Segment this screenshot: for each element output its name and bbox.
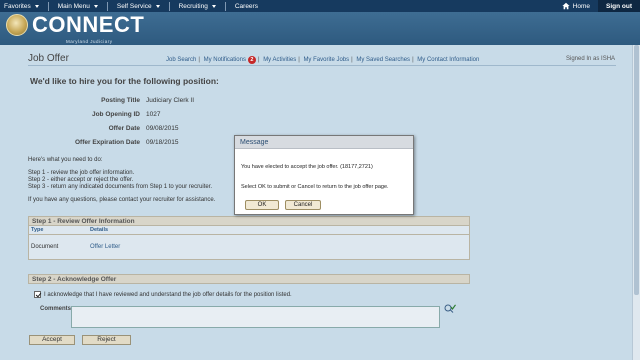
job-opening-id-label: Job Opening ID [91,111,140,118]
recruiting-label: Recruiting [178,2,208,10]
link-separator: | [257,57,260,63]
recruiting-menu[interactable]: Recruiting [175,3,220,10]
job-opening-id-value: 1027 [146,111,161,118]
chevron-down-icon [93,4,98,8]
top-nav-right: Home Sign out [554,0,640,12]
grid-header-row: Type Details [29,226,469,235]
self-service-label: Self Service [116,2,152,10]
favorites-menu[interactable]: Favorites [0,3,43,10]
nav-divider [47,1,49,11]
careers-label: Careers [234,2,258,10]
my-saved-searches-link[interactable]: My Saved Searches [356,57,410,63]
careers-link[interactable]: Careers [231,3,262,10]
reject-button[interactable]: Reject [82,335,131,345]
logo-text: CONNECT [32,12,145,37]
ok-button[interactable]: OK [245,200,279,210]
sign-out-button[interactable]: Sign out [598,0,640,12]
signed-in-text: Signed In as ISHA [566,56,616,62]
comments-label: Comments [40,306,72,312]
acknowledge-checkbox[interactable] [34,291,41,298]
link-separator: | [298,57,300,63]
accept-button[interactable]: Accept [29,335,75,345]
offer-heading: We'd like to hire you for the following … [30,76,219,86]
offer-letter-link[interactable]: Offer Letter [90,244,120,250]
home-link[interactable]: Home [554,2,598,10]
main-menu[interactable]: Main Menu [54,3,102,10]
favorites-label: Favorites [4,2,31,10]
instruction-contact: If you have any questions, please contac… [28,197,216,203]
nav-divider [106,1,108,11]
message-dialog: Message You have elected to accept the j… [234,135,414,215]
link-separator: | [351,57,353,63]
column-header-type: Type [31,227,44,233]
logo-subtitle: Maryland Judiciary [66,39,113,44]
offer-date-label: Offer Date [108,125,140,132]
header-links: Job Search | My Notifications 2 | My Activi… [166,56,479,64]
offer-date-value: 09/08/2015 [146,125,179,132]
link-separator: | [198,57,200,63]
notifications-badge: 2 [247,56,256,64]
nav-divider [224,1,226,11]
offer-expiration-value: 09/18/2015 [146,139,179,146]
header-divider [28,65,616,66]
vertical-scrollbar[interactable] [632,45,640,360]
acknowledge-text: I acknowledge that I have reviewed and u… [44,291,292,298]
spellcheck-icon[interactable] [444,304,456,314]
dialog-message-line-1: You have elected to accept the job offer… [241,164,373,170]
comments-textarea[interactable] [71,306,440,328]
my-contact-information-link[interactable]: My Contact Information [417,57,479,63]
dialog-title: Message [235,136,413,149]
dialog-message-line-2: Select OK to submit or Cancel to return … [241,184,389,190]
step1-header: Step 1 - Review Offer Information [28,216,470,226]
table-row: Document Offer Letter [29,235,469,259]
instructions-intro: Here's what you need to do: [28,157,103,163]
chevron-down-icon [34,4,39,8]
chevron-down-icon [155,4,160,8]
connect-logo: CONNECT Maryland Judiciary [6,12,145,44]
document-type-cell: Document [31,244,59,250]
offer-expiration-label: Offer Expiration Date [74,139,140,146]
posting-title-value: Judiciary Clerk II [146,97,195,104]
instruction-step-3: Step 3 - return any indicated documents … [28,184,213,190]
home-label: Home [572,2,590,10]
step2-section: Step 2 - Acknowledge Offer [28,274,470,284]
page-title: Job Offer [28,53,69,64]
my-notifications-link[interactable]: My Notifications [204,57,246,63]
acknowledge-row: I acknowledge that I have reviewed and u… [34,291,292,298]
posting-title-label: Posting Title [101,97,140,104]
seal-icon [6,14,28,36]
job-search-link[interactable]: Job Search [166,57,196,63]
my-favorite-jobs-link[interactable]: My Favorite Jobs [303,57,349,63]
chevron-down-icon [211,4,216,8]
instruction-step-2: Step 2 - either accept or reject the off… [28,177,134,183]
step2-header: Step 2 - Acknowledge Offer [28,274,470,284]
main-menu-label: Main Menu [57,2,90,10]
cancel-button[interactable]: Cancel [285,200,321,210]
home-icon [562,2,570,10]
self-service-menu[interactable]: Self Service [113,3,164,10]
header-banner: CONNECT Maryland Judiciary [0,12,640,45]
link-separator: | [412,57,414,63]
step1-section: Step 1 - Review Offer Information Type D… [28,216,470,260]
nav-divider [168,1,170,11]
column-header-details: Details [90,227,109,233]
instruction-step-1: Step 1 - review the job offer informatio… [28,170,135,176]
offer-info-grid: Type Details Document Offer Letter [28,226,470,260]
scrollbar-thumb[interactable] [634,45,639,295]
my-activities-link[interactable]: My Activities [263,57,296,63]
top-nav-bar: Favorites Main Menu Self Service Recruit… [0,0,640,12]
